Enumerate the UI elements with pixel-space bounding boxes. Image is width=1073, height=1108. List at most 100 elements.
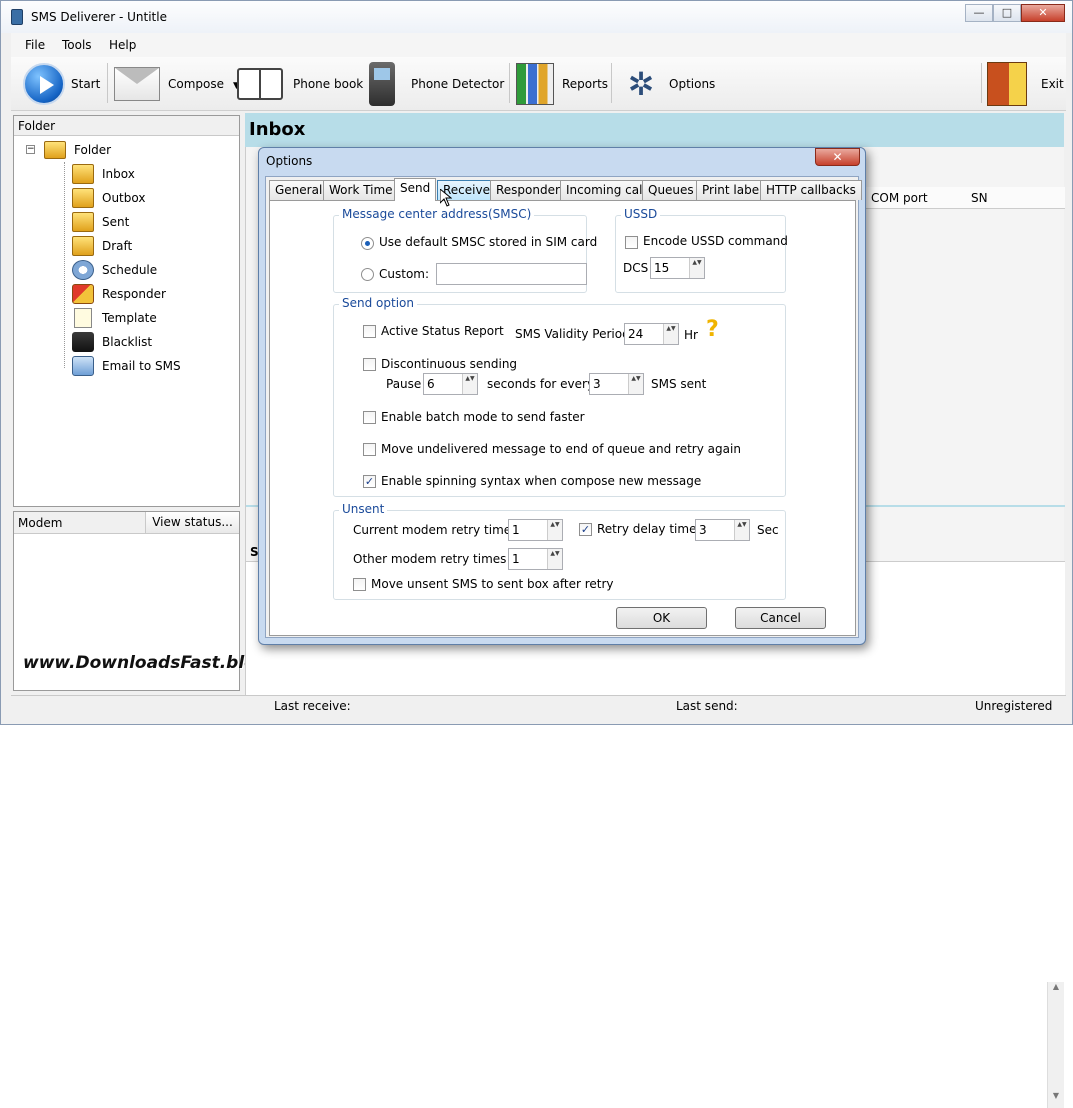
active-status-report-checkbox[interactable] bbox=[363, 325, 376, 338]
retry-delay-checkbox[interactable] bbox=[579, 523, 592, 536]
stepper-arrows-icon[interactable]: ▲▼ bbox=[547, 520, 562, 540]
folder-item-draft[interactable]: Draft bbox=[72, 236, 132, 256]
validity-period-value: 24 bbox=[628, 327, 644, 341]
phone-detector-label: Phone Detector bbox=[411, 77, 505, 91]
folder-item-inbox[interactable]: Inbox bbox=[72, 164, 135, 184]
page-title: Inbox bbox=[249, 119, 306, 140]
folder-item-label: Template bbox=[102, 311, 157, 325]
clock-icon bbox=[72, 260, 94, 280]
options-button[interactable]: ✲ Options bbox=[619, 57, 716, 111]
close-button[interactable]: ✕ bbox=[1021, 4, 1065, 22]
stepper-arrows-icon[interactable]: ▲▼ bbox=[547, 549, 562, 569]
other-modem-retry-value: 1 bbox=[512, 552, 520, 566]
cancel-button[interactable]: Cancel bbox=[735, 607, 826, 629]
app-icon bbox=[11, 9, 23, 25]
scroll-up-icon[interactable]: ▲ bbox=[1048, 982, 1064, 991]
validity-period-label: SMS Validity Period bbox=[515, 327, 630, 341]
message-column-header: COM port SN bbox=[861, 187, 1065, 209]
folder-item-blacklist[interactable]: Blacklist bbox=[72, 332, 152, 352]
discontinuous-sending-checkbox[interactable] bbox=[363, 358, 376, 371]
retry-delay-stepper[interactable]: 3 ▲▼ bbox=[695, 519, 750, 541]
dialog-close-button[interactable]: ✕ bbox=[815, 148, 860, 166]
folder-item-template[interactable]: Template bbox=[72, 308, 157, 328]
custom-smsc-radio[interactable] bbox=[361, 268, 374, 281]
tab-send[interactable]: Send bbox=[394, 178, 437, 201]
mobile-phone-icon bbox=[369, 62, 395, 106]
inbox-header: Inbox bbox=[245, 113, 1064, 147]
tab-queues[interactable]: Queues bbox=[642, 180, 700, 200]
stepper-arrows-icon[interactable]: ▲▼ bbox=[689, 258, 704, 278]
pause-stepper[interactable]: 6 ▲▼ bbox=[423, 373, 478, 395]
stepper-arrows-icon[interactable]: ▲▼ bbox=[663, 324, 678, 344]
smsc-group-title: Message center address(SMSC) bbox=[339, 207, 535, 221]
use-default-smsc-radio[interactable] bbox=[361, 237, 374, 250]
folder-item-label: Inbox bbox=[102, 167, 135, 181]
batch-mode-checkbox[interactable] bbox=[363, 411, 376, 424]
tab-http-callbacks[interactable]: HTTP callbacks bbox=[760, 180, 862, 200]
validity-unit-label: Hr bbox=[684, 328, 698, 342]
sms-sent-label: SMS sent bbox=[651, 377, 707, 391]
tree-connector bbox=[64, 162, 65, 368]
stepper-arrows-icon[interactable]: ▲▼ bbox=[734, 520, 749, 540]
tab-responder[interactable]: Responder bbox=[490, 180, 566, 200]
tab-work-time[interactable]: Work Time bbox=[323, 180, 399, 200]
phone-detector-button[interactable]: Phone Detector bbox=[369, 57, 504, 111]
start-button[interactable]: Start bbox=[23, 57, 100, 111]
tab-incoming-call[interactable]: Incoming call bbox=[560, 180, 652, 200]
column-sn[interactable]: SN bbox=[971, 191, 988, 205]
menu-file[interactable]: File bbox=[25, 38, 45, 52]
menu-bar: File Tools Help bbox=[11, 33, 1066, 57]
toolbar-separator bbox=[981, 63, 982, 103]
book-icon bbox=[237, 68, 283, 100]
registration-status: Unregistered bbox=[975, 699, 1053, 713]
spinning-syntax-label: Enable spinning syntax when compose new … bbox=[381, 474, 702, 488]
folder-item-responder[interactable]: Responder bbox=[72, 284, 166, 304]
column-com-port[interactable]: COM port bbox=[871, 191, 928, 205]
current-modem-retry-stepper[interactable]: 1 ▲▼ bbox=[508, 519, 563, 541]
custom-smsc-label: Custom: bbox=[379, 267, 430, 281]
status-bar: Last receive: Last send: Unregistered bbox=[11, 695, 1066, 719]
compose-label: Compose bbox=[168, 77, 225, 91]
options-dialog: Options ✕ General Work Time Send Receive… bbox=[258, 147, 866, 645]
send-tab-panel: Message center address(SMSC) Use default… bbox=[269, 200, 856, 636]
dcs-stepper[interactable]: 15 ▲▼ bbox=[650, 257, 705, 279]
minimize-button[interactable]: — bbox=[965, 4, 993, 22]
options-label: Options bbox=[669, 77, 716, 91]
compose-button[interactable]: Compose bbox=[114, 57, 224, 111]
stepper-arrows-icon[interactable]: ▲▼ bbox=[628, 374, 643, 394]
folder-item-outbox[interactable]: Outbox bbox=[72, 188, 145, 208]
exit-button[interactable]: Exit bbox=[987, 57, 1064, 111]
discontinuous-sending-label: Discontinuous sending bbox=[381, 357, 518, 371]
every-count-stepper[interactable]: 3 ▲▼ bbox=[589, 373, 644, 395]
encode-ussd-checkbox[interactable] bbox=[625, 236, 638, 249]
move-unsent-checkbox[interactable] bbox=[353, 578, 366, 591]
tree-root-folder[interactable]: Folder bbox=[44, 140, 111, 160]
spinning-syntax-checkbox[interactable] bbox=[363, 475, 376, 488]
folder-item-schedule[interactable]: Schedule bbox=[72, 260, 157, 280]
maximize-button[interactable]: □ bbox=[993, 4, 1021, 22]
folder-item-label: Email to SMS bbox=[102, 359, 181, 373]
folder-item-sent[interactable]: Sent bbox=[72, 212, 129, 232]
tab-print-label[interactable]: Print label bbox=[696, 180, 769, 200]
vertical-scrollbar[interactable]: ▲ ▼ bbox=[1047, 982, 1064, 1108]
ok-button[interactable]: OK bbox=[616, 607, 707, 629]
custom-smsc-input[interactable] bbox=[436, 263, 587, 285]
use-default-smsc-label: Use default SMSC stored in SIM card bbox=[379, 235, 598, 249]
menu-help[interactable]: Help bbox=[109, 38, 136, 52]
tree-collapse-toggle[interactable]: − bbox=[26, 145, 35, 154]
menu-tools[interactable]: Tools bbox=[62, 38, 92, 52]
other-modem-retry-stepper[interactable]: 1 ▲▼ bbox=[508, 548, 563, 570]
scroll-down-icon[interactable]: ▼ bbox=[1048, 1091, 1064, 1100]
phonebook-button[interactable]: Phone book bbox=[237, 57, 363, 111]
toolbar-separator bbox=[509, 63, 510, 103]
stepper-arrows-icon[interactable]: ▲▼ bbox=[462, 374, 477, 394]
tab-general[interactable]: General bbox=[269, 180, 329, 200]
help-icon[interactable]: ? bbox=[706, 317, 719, 342]
folder-item-email-to-sms[interactable]: Email to SMS bbox=[72, 356, 181, 376]
folder-item-label: Responder bbox=[102, 287, 166, 301]
view-status-button[interactable]: View status... bbox=[145, 512, 239, 533]
validity-period-stepper[interactable]: 24 ▲▼ bbox=[624, 323, 679, 345]
move-undelivered-checkbox[interactable] bbox=[363, 443, 376, 456]
move-unsent-label: Move unsent SMS to sent box after retry bbox=[371, 577, 614, 591]
reports-button[interactable]: Reports bbox=[516, 57, 608, 111]
